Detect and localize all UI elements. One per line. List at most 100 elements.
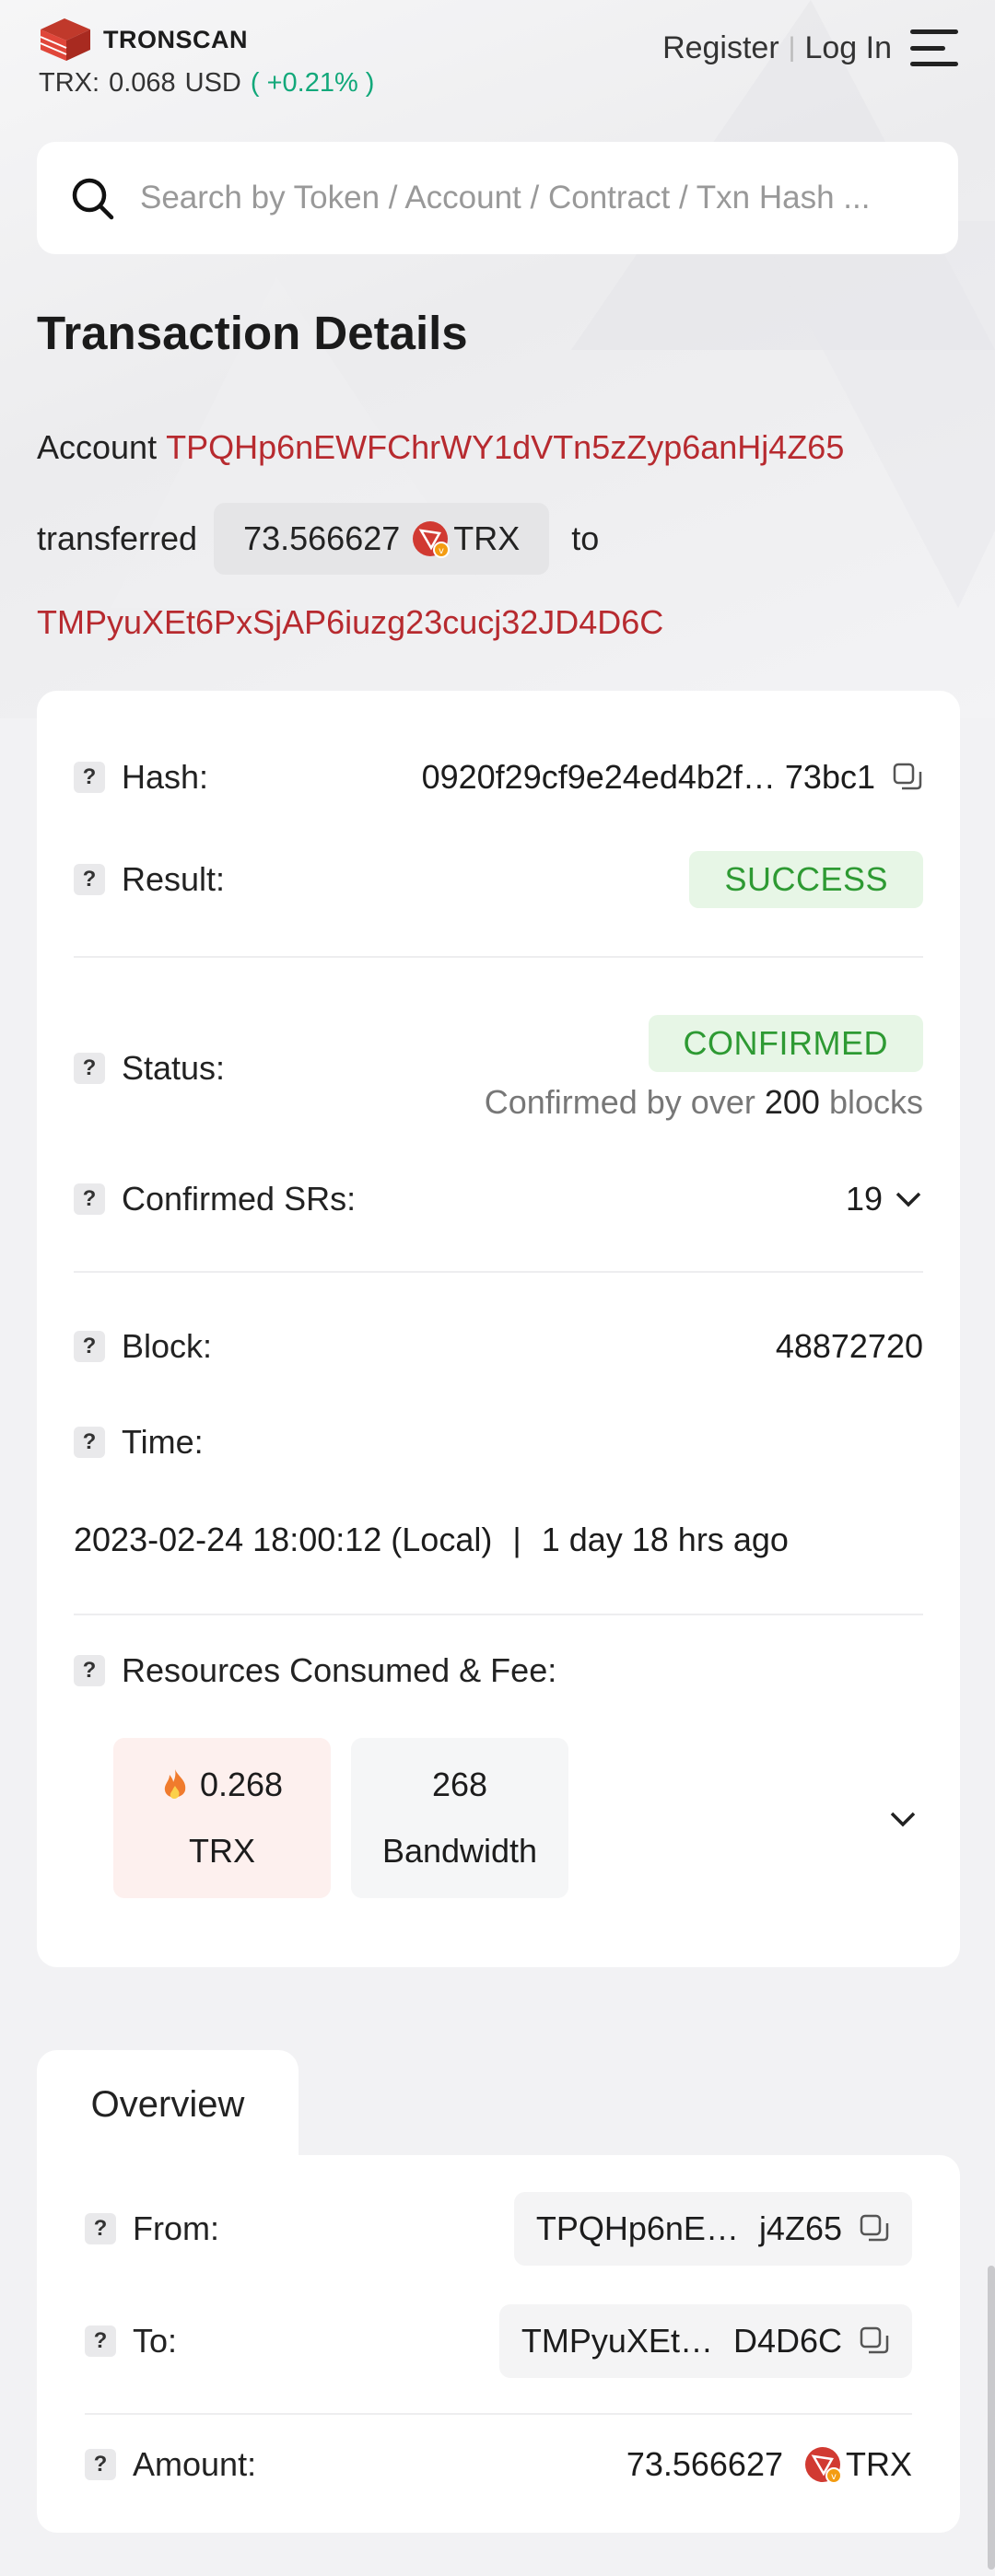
help-icon[interactable]: ?	[74, 1183, 105, 1215]
confirmed-srs-value: 19	[845, 1180, 883, 1218]
auth-nav: Register | Log In	[662, 29, 958, 66]
to-row: ? To: TMPyuXEt… D4D6C	[85, 2304, 912, 2378]
from-row: ? From: TPQHp6nE… j4Z65	[85, 2192, 912, 2266]
chevron-down-icon	[896, 1192, 921, 1207]
confirmed-srs-row: ? Confirmed SRs: 19	[74, 1171, 923, 1227]
block-link[interactable]: 48872720	[776, 1327, 923, 1366]
from-label: From:	[133, 2209, 219, 2247]
help-icon[interactable]: ?	[85, 2449, 116, 2480]
hash-value[interactable]: 0920f29cf9e24ed4b2f… 73bc1	[422, 758, 875, 797]
search-bar	[37, 142, 958, 254]
confirmed-srs-toggle[interactable]: 19	[846, 1180, 923, 1218]
confirmed-prefix: Confirmed by over	[484, 1083, 755, 1121]
from-address-link[interactable]: TPQHp6nEWFChrWY1dVTn5zZyp6anHj4Z65	[166, 428, 844, 467]
from-address-start: TPQHp6nE…	[535, 2209, 739, 2247]
status-badge: CONFIRMED	[648, 1015, 923, 1072]
svg-text:v: v	[831, 2472, 837, 2482]
scrollbar[interactable]	[988, 2266, 995, 2570]
amount-pill: 73.566627 v TRX	[214, 503, 550, 575]
to-label: to	[571, 519, 600, 557]
time-separator: |	[512, 1521, 521, 1558]
help-icon[interactable]: ?	[85, 2325, 116, 2357]
confirmations-text: Confirmed by over 200 blocks	[485, 1083, 923, 1122]
bandwidth-value: 268	[431, 1766, 488, 1803]
trx-token-icon: v	[413, 521, 451, 558]
to-address-start: TMPyuXEt…	[521, 2322, 713, 2360]
price-currency: USD	[184, 68, 241, 98]
price-label: TRX:	[39, 68, 100, 98]
search-input[interactable]	[140, 180, 896, 216]
price-value: 0.068	[109, 68, 176, 98]
help-icon[interactable]: ?	[74, 864, 105, 895]
overview-card: ? From: TPQHp6nE… j4Z65 ? To: TMPyuXEt… D4…	[37, 2155, 960, 2533]
to-address-link[interactable]: TMPyuXEt6PxSjAP6iuzg23cucj32JD4D6C	[37, 603, 663, 642]
tronscan-logo-icon	[40, 18, 90, 61]
svg-text:v: v	[439, 546, 444, 556]
overview-amount-token: TRX	[846, 2445, 912, 2483]
copy-icon[interactable]	[859, 2213, 890, 2244]
resources-row: ? Resources Consumed & Fee:	[74, 1643, 923, 1698]
transferred-label: transferred	[37, 519, 198, 557]
menu-icon[interactable]	[910, 29, 958, 66]
fee-box: 0.268 TRX	[113, 1738, 331, 1898]
register-link[interactable]: Register	[662, 30, 779, 66]
top-header: TRONSCAN TRX: 0.068 USD ( +0.21% ) Regis…	[37, 17, 958, 109]
fire-icon	[164, 1769, 186, 1799]
nav-separator: |	[788, 32, 796, 63]
bandwidth-unit: Bandwidth	[381, 1832, 538, 1870]
to-label: To:	[133, 2322, 178, 2360]
transfer-summary: Account TPQHp6nEWFChrWY1dVTn5zZyp6anHj4Z…	[37, 420, 967, 650]
confirmed-srs-label: Confirmed SRs:	[122, 1180, 357, 1218]
status-row: ? Status: CONFIRMED Confirmed by over 200…	[74, 1004, 923, 1133]
from-address-end: j4Z65	[758, 2209, 842, 2247]
hash-row: ? Hash: 0920f29cf9e24ed4b2f… 73bc1	[74, 750, 923, 805]
fee-value: 0.268	[199, 1766, 284, 1803]
page-title: Transaction Details	[37, 307, 468, 359]
brand-logo[interactable]: TRONSCAN	[37, 17, 248, 63]
copy-icon[interactable]	[859, 2325, 890, 2357]
block-label: Block:	[122, 1327, 213, 1365]
time-value-row: 2023-02-24 18:00:12 (Local) | 1 day 18 h…	[74, 1512, 923, 1568]
search-icon[interactable]	[70, 176, 114, 220]
time-row: ? Time:	[74, 1415, 923, 1470]
account-label: Account	[37, 428, 158, 466]
help-icon[interactable]: ?	[74, 1427, 105, 1458]
hash-label: Hash:	[122, 758, 209, 796]
bandwidth-box: 268 Bandwidth	[351, 1738, 568, 1898]
time-value: 2023-02-24 18:00:12 (Local)	[74, 1521, 493, 1558]
result-badge: SUCCESS	[689, 851, 923, 908]
overview-amount-value: 73.566627	[626, 2445, 783, 2483]
confirmed-suffix: blocks	[828, 1083, 923, 1121]
details-card: ? Hash: 0920f29cf9e24ed4b2f… 73bc1 ? Resul…	[37, 691, 960, 1967]
price-change: ( +0.21% )	[250, 68, 375, 98]
status-label: Status:	[122, 1049, 226, 1087]
amount-row: ? Amount: 73.566627 v TRX	[85, 2437, 912, 2492]
help-icon[interactable]: ?	[74, 1655, 105, 1686]
login-link[interactable]: Log In	[804, 30, 892, 66]
trx-token-icon: v	[805, 2447, 842, 2484]
divider	[74, 1271, 923, 1273]
time-ago: 1 day 18 hrs ago	[541, 1521, 789, 1558]
fee-unit: TRX	[189, 1832, 255, 1870]
copy-icon[interactable]	[892, 762, 923, 793]
amount-label: Amount:	[133, 2445, 257, 2483]
divider	[74, 1614, 923, 1615]
trx-price: TRX: 0.068 USD ( +0.21% )	[39, 68, 374, 99]
from-address-pill[interactable]: TPQHp6nE… j4Z65	[513, 2192, 912, 2266]
to-address-end: D4D6C	[732, 2322, 842, 2360]
help-icon[interactable]: ?	[85, 2213, 116, 2244]
divider	[74, 956, 923, 958]
to-address-pill[interactable]: TMPyuXEt… D4D6C	[498, 2304, 912, 2378]
help-icon[interactable]: ?	[74, 762, 105, 793]
chevron-down-icon[interactable]	[888, 1810, 918, 1828]
block-row: ? Block: 48872720	[74, 1319, 923, 1374]
help-icon[interactable]: ?	[74, 1053, 105, 1084]
tab-overview[interactable]: Overview	[37, 2050, 298, 2159]
resources-label: Resources Consumed & Fee:	[122, 1651, 557, 1689]
brand-name: TRONSCAN	[103, 25, 248, 53]
help-icon[interactable]: ?	[74, 1331, 105, 1362]
result-row: ? Result: SUCCESS	[74, 849, 923, 910]
amount-token: TRX	[453, 519, 521, 557]
confirmed-count: 200	[764, 1083, 820, 1121]
time-label: Time:	[122, 1423, 204, 1461]
